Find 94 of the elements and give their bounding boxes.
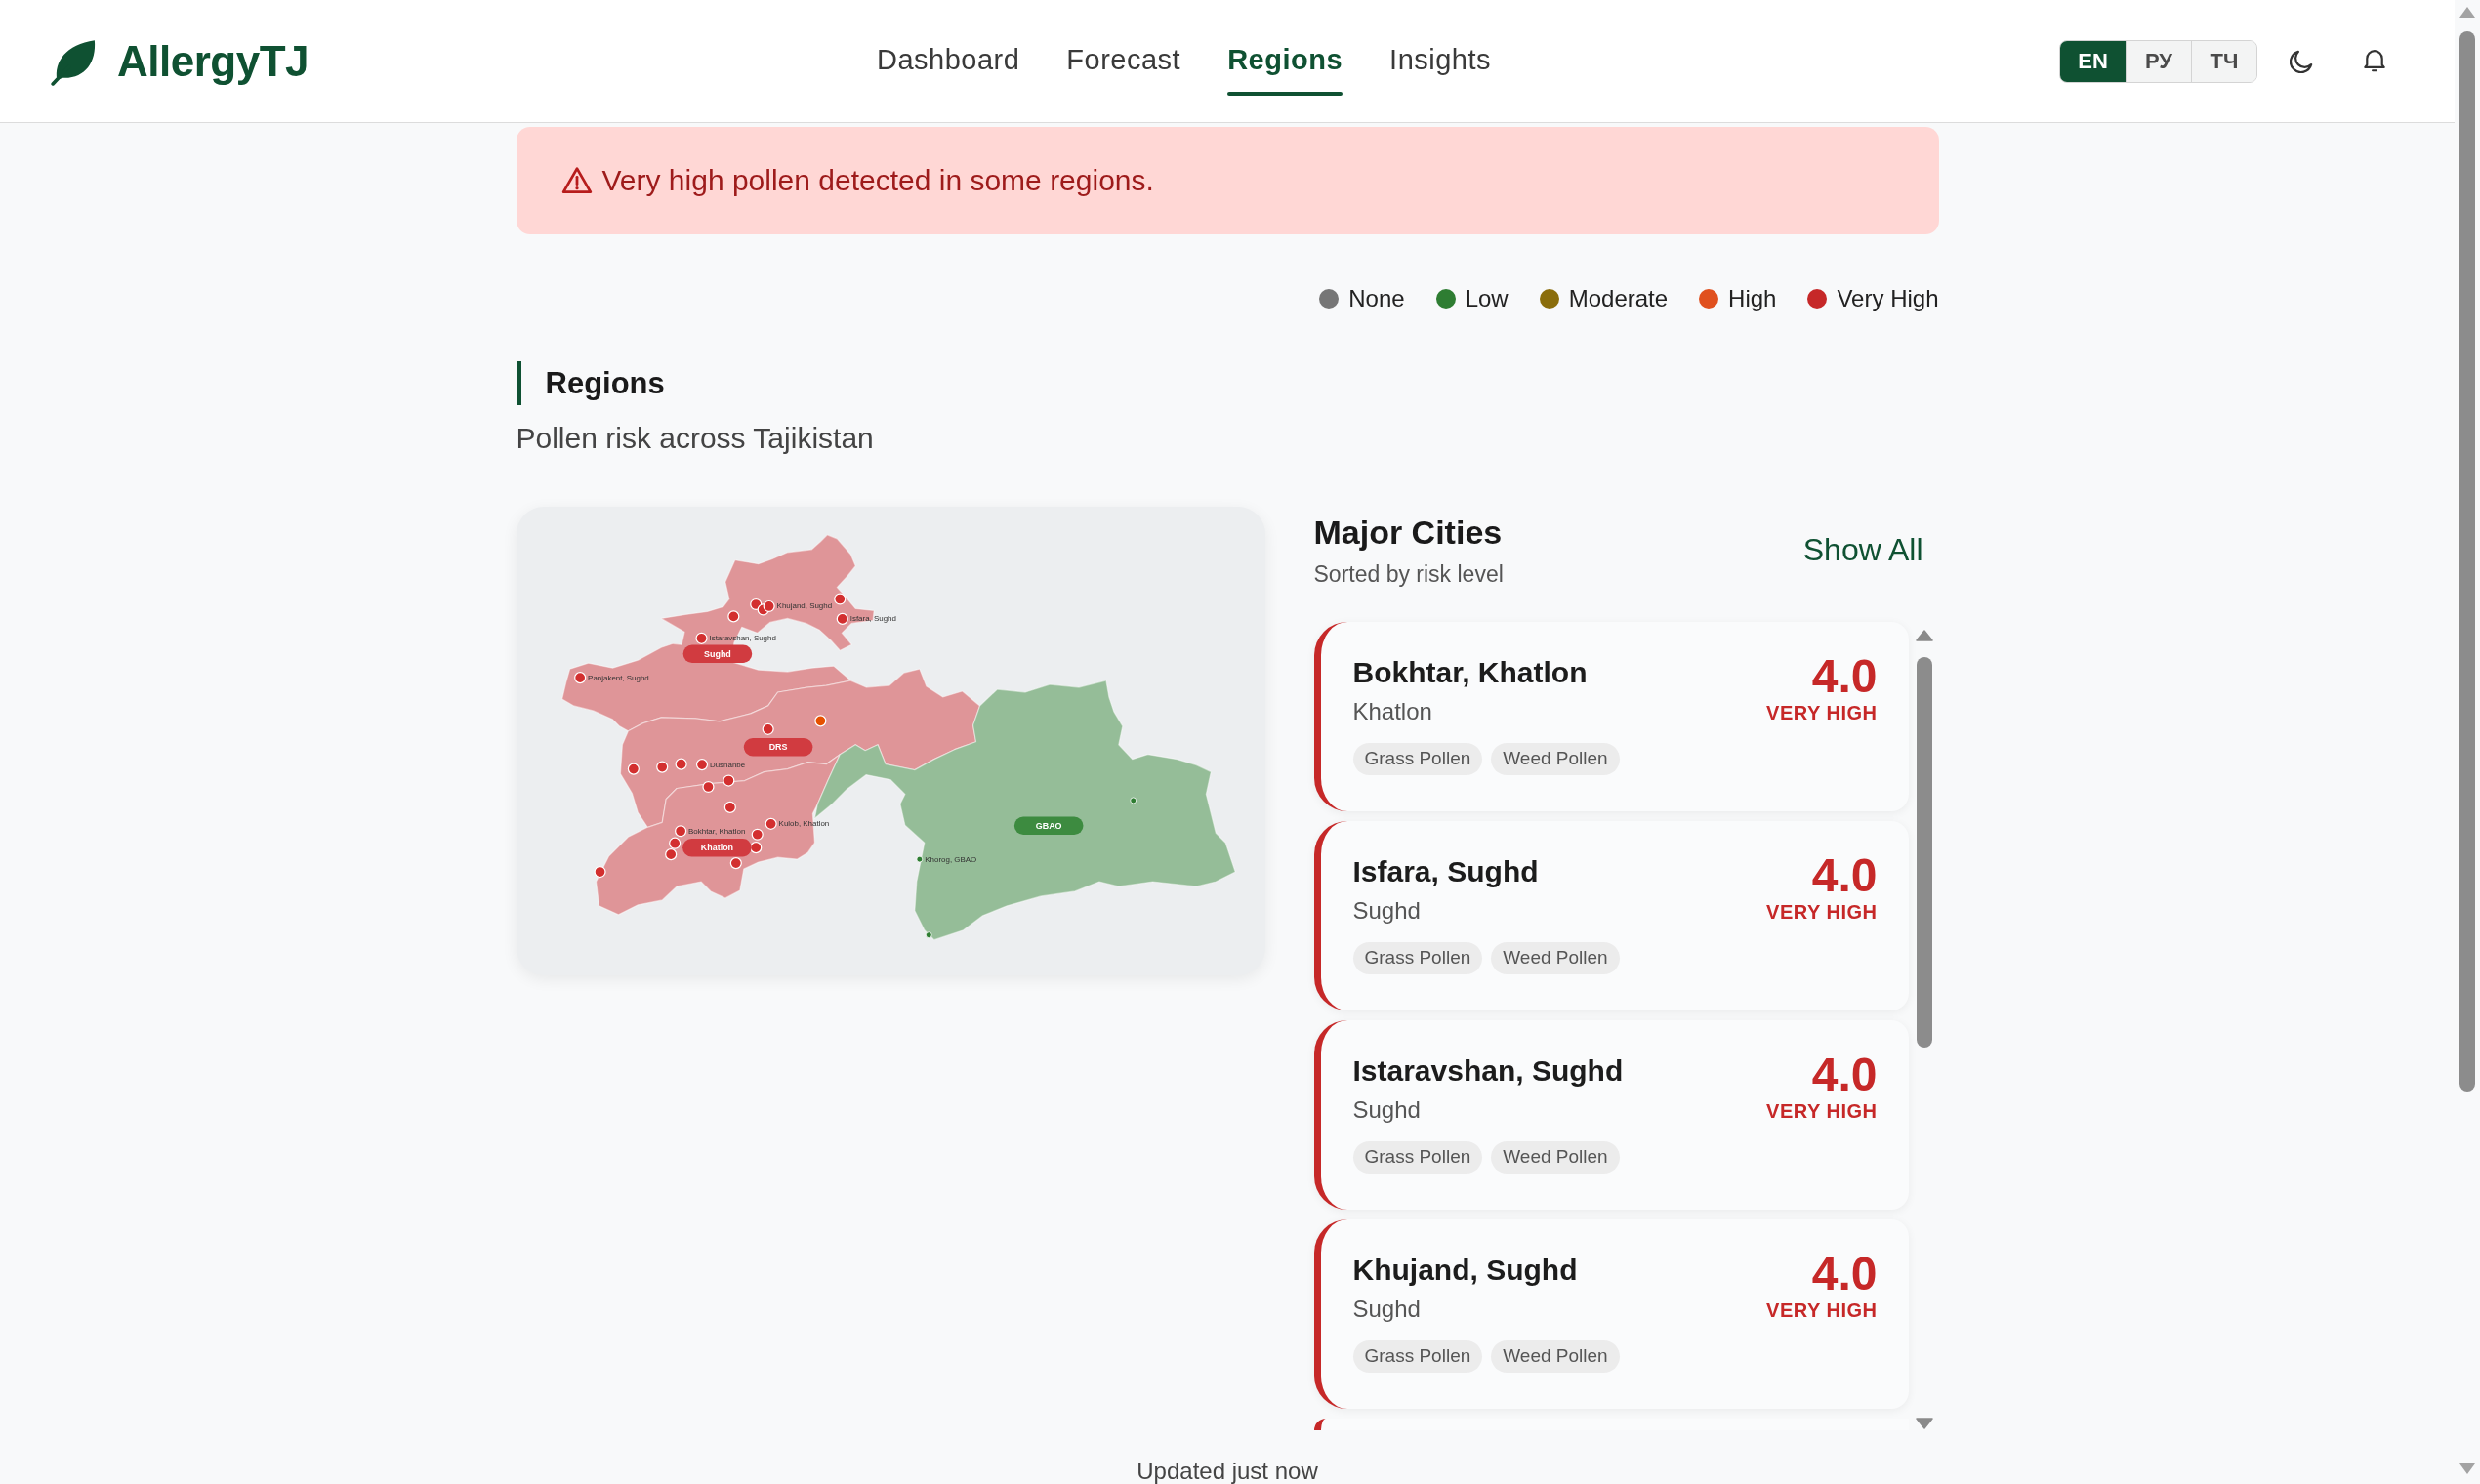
language-button[interactable]: ТЧ bbox=[2191, 40, 2256, 82]
panel-title: Major Cities bbox=[1313, 513, 1504, 553]
risk-label: VERY HIGH bbox=[1766, 1298, 1878, 1322]
risk-score: 4.0 bbox=[1811, 1251, 1878, 1298]
language-button[interactable]: EN bbox=[2060, 40, 2126, 82]
section-subtitle: Pollen risk across Tajikistan bbox=[516, 421, 874, 456]
city-name: Istaravshan, Sughd bbox=[1352, 1053, 1624, 1089]
map-marker[interactable] bbox=[674, 825, 686, 838]
region-badge: Sughd bbox=[682, 644, 752, 663]
pollen-tag: Weed Pollen bbox=[1491, 942, 1620, 974]
map-marker[interactable] bbox=[655, 761, 668, 773]
scroll-down-icon[interactable] bbox=[1915, 1418, 1933, 1429]
nav-tab[interactable]: Forecast bbox=[1066, 25, 1181, 97]
risk-label: VERY HIGH bbox=[1766, 701, 1878, 724]
legend-label: High bbox=[1728, 285, 1777, 312]
logo-text: AllergyTJ bbox=[117, 36, 309, 86]
map-marker[interactable] bbox=[833, 593, 846, 605]
marker-label: Khujand, Sughd bbox=[776, 601, 832, 611]
legend-label: Low bbox=[1465, 285, 1509, 312]
pollen-tag: Grass Pollen bbox=[1352, 1340, 1483, 1373]
map-marker[interactable] bbox=[668, 837, 681, 849]
map-marker[interactable] bbox=[749, 842, 762, 854]
marker-label: Bokhtar, Khatlon bbox=[687, 826, 745, 836]
bell-icon bbox=[2364, 48, 2385, 74]
pollen-tag: Grass Pollen bbox=[1352, 942, 1483, 974]
marker-label: Istaravshan, Sughd bbox=[708, 634, 776, 643]
legend-label: Very High bbox=[1837, 285, 1939, 312]
map-marker[interactable] bbox=[925, 931, 932, 939]
map-marker[interactable] bbox=[836, 612, 848, 625]
region-area[interactable] bbox=[560, 534, 875, 732]
map-marker[interactable] bbox=[573, 672, 586, 684]
map-marker[interactable] bbox=[763, 599, 775, 613]
accent-bar bbox=[516, 361, 521, 405]
map-marker[interactable] bbox=[593, 865, 606, 879]
alert-message: Very high pollen detected in some regions. bbox=[601, 163, 1154, 198]
city-card[interactable]: Isfara, Sughd Sughd Grass Pollen Weed Pollen 4.0 VERY HIGH bbox=[1313, 821, 1909, 1010]
city-region: Khatlon bbox=[1352, 697, 1433, 726]
nav-tab[interactable]: Dashboard bbox=[876, 25, 1020, 97]
marker-label: Kulob, Khatlon bbox=[778, 819, 829, 829]
map-marker[interactable] bbox=[627, 763, 640, 775]
region-badge: DRS bbox=[743, 738, 812, 757]
risk-score: 4.0 bbox=[1811, 653, 1878, 700]
city-region: Sughd bbox=[1352, 1095, 1422, 1125]
panel-subtitle: Sorted by risk level bbox=[1313, 560, 1504, 589]
nav-tab[interactable]: Regions bbox=[1227, 25, 1343, 97]
show-all-link[interactable]: Show All bbox=[1802, 530, 1923, 569]
region-badge: Khatlon bbox=[682, 839, 752, 857]
map-marker[interactable] bbox=[723, 801, 736, 813]
city-region: Sughd bbox=[1352, 896, 1422, 926]
pollen-tag: Weed Pollen bbox=[1491, 743, 1620, 775]
scrollbar-thumb[interactable] bbox=[1916, 657, 1932, 1048]
city-card[interactable]: Istaravshan, Sughd Sughd Grass Pollen Weed Pollen 4.0 VERY HIGH bbox=[1313, 1020, 1909, 1210]
city-name: Isfara, Sughd bbox=[1352, 854, 1540, 889]
city-region: Sughd bbox=[1352, 1295, 1422, 1324]
map-marker[interactable] bbox=[722, 774, 734, 787]
map-marker[interactable] bbox=[694, 632, 708, 644]
pollen-tag: Grass Pollen bbox=[1352, 743, 1483, 775]
marker-label: Panjakent, Sughd bbox=[587, 673, 649, 682]
map-marker[interactable] bbox=[695, 759, 708, 771]
map-marker[interactable] bbox=[765, 817, 777, 830]
risk-label: VERY HIGH bbox=[1766, 1099, 1878, 1123]
marker-label: Isfara, Sughd bbox=[849, 614, 896, 624]
legend-label: Moderate bbox=[1568, 285, 1669, 312]
scroll-up-icon[interactable] bbox=[1915, 630, 1933, 641]
map-marker[interactable] bbox=[751, 828, 764, 841]
city-card[interactable]: Bokhtar, Khatlon Khatlon Grass Pollen Weed Pollen 4.0 VERY HIGH bbox=[1313, 622, 1909, 811]
scrollbar-thumb[interactable] bbox=[2459, 31, 2475, 1092]
map-marker[interactable] bbox=[915, 855, 923, 863]
moon-icon bbox=[2290, 49, 2313, 73]
map-marker[interactable] bbox=[664, 848, 677, 861]
map-marker[interactable] bbox=[729, 857, 742, 870]
risk-score: 4.0 bbox=[1811, 1051, 1878, 1098]
city-card[interactable]: Khujand, Sughd Sughd Grass Pollen Weed Pollen 4.0 VERY HIGH bbox=[1313, 1219, 1909, 1409]
legend-label: None bbox=[1348, 285, 1405, 312]
region-badge: GBAO bbox=[1013, 816, 1083, 835]
nav-tab[interactable]: Insights bbox=[1389, 25, 1492, 97]
pollen-tag: Weed Pollen bbox=[1491, 1141, 1620, 1174]
marker-label: Khorog, GBAO bbox=[924, 854, 976, 864]
map-marker[interactable] bbox=[813, 715, 826, 727]
city-name: Khujand, Sughd bbox=[1352, 1253, 1579, 1288]
section-title: Regions bbox=[545, 364, 665, 402]
map-marker[interactable] bbox=[762, 722, 774, 735]
map-marker[interactable] bbox=[726, 610, 739, 623]
map-marker[interactable] bbox=[701, 780, 715, 794]
city-name: Bokhtar, Khatlon bbox=[1352, 655, 1589, 690]
risk-score: 4.0 bbox=[1811, 852, 1878, 899]
map-marker[interactable] bbox=[675, 758, 687, 770]
pollen-tag: Grass Pollen bbox=[1352, 1141, 1483, 1174]
risk-label: VERY HIGH bbox=[1766, 900, 1878, 924]
warning-icon bbox=[560, 165, 593, 196]
map-marker[interactable] bbox=[1129, 797, 1137, 804]
marker-label: Dushanbe bbox=[709, 760, 745, 769]
updated-status: Updated just now bbox=[1137, 1459, 1318, 1484]
pollen-tag: Weed Pollen bbox=[1491, 1340, 1620, 1373]
